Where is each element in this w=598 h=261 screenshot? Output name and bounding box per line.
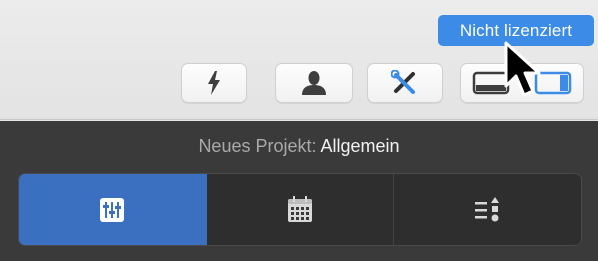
toolbar-person-button[interactable] xyxy=(275,63,353,103)
segment-calendar[interactable] xyxy=(207,174,395,245)
project-name: Allgemein xyxy=(320,136,400,156)
mouse-pointer-icon xyxy=(504,41,541,97)
toolbar-lightning-button[interactable] xyxy=(181,63,247,103)
person-icon xyxy=(302,71,326,95)
segmented-control xyxy=(18,173,582,246)
segment-settings[interactable] xyxy=(19,174,207,245)
project-label: Neues Projekt: xyxy=(198,136,317,156)
segment-order[interactable] xyxy=(394,174,581,245)
project-title: Neues Projekt: Allgemein xyxy=(0,136,598,157)
list-order-icon xyxy=(474,196,499,221)
lightning-icon xyxy=(208,71,220,95)
tools-icon xyxy=(391,70,415,94)
sliders-icon xyxy=(100,197,125,222)
toolbar-tools-button[interactable] xyxy=(367,63,443,103)
calendar-icon xyxy=(288,195,312,222)
